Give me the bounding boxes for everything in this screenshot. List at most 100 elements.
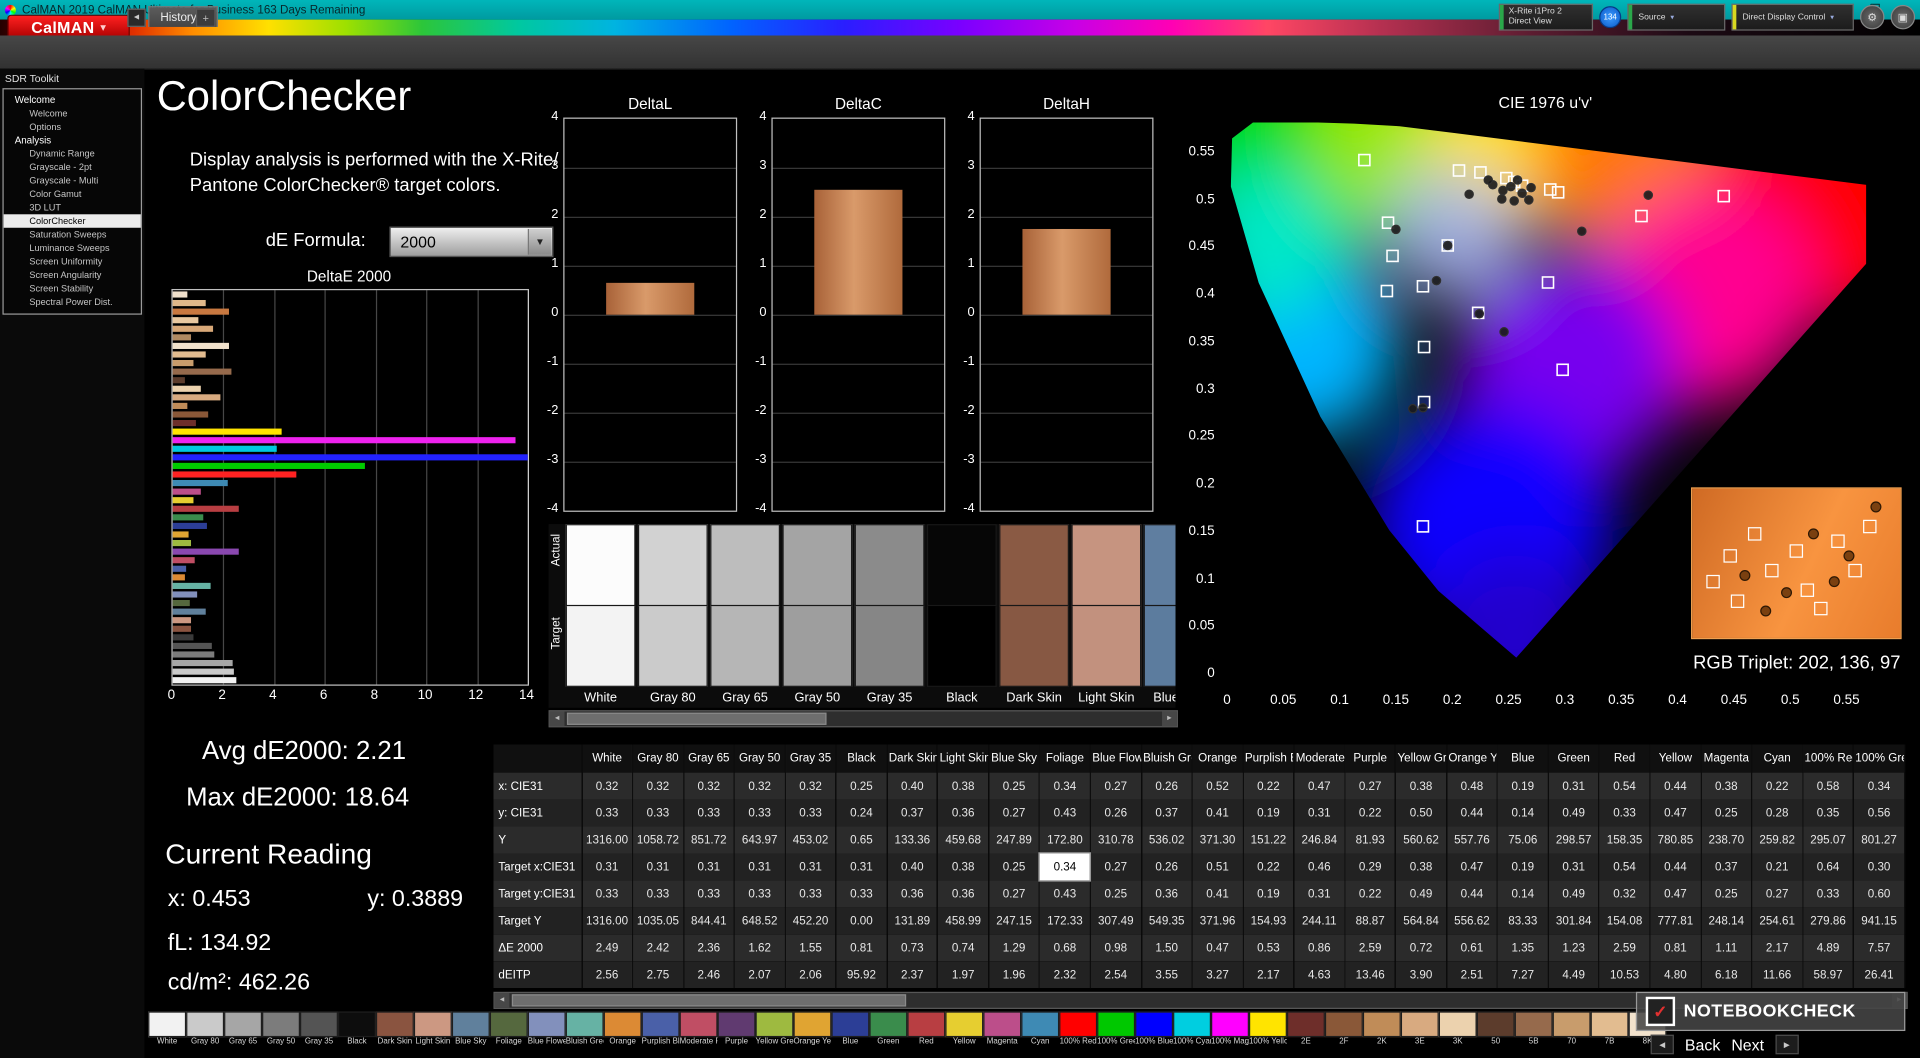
table-cell[interactable]: 0.54	[1599, 772, 1651, 800]
table-cell[interactable]: 151.22	[1242, 826, 1295, 854]
table-cell[interactable]: 0.27	[1344, 772, 1397, 800]
table-cell[interactable]: 0.37	[1700, 853, 1753, 881]
table-cell[interactable]: 131.89	[886, 907, 939, 935]
table-cell[interactable]: 0.25	[988, 772, 1041, 800]
swatch-column[interactable]: Gray 65	[710, 524, 780, 708]
patch-chip[interactable]: 100% Cyan	[1173, 1011, 1212, 1048]
table-cell[interactable]: 801.27	[1853, 826, 1906, 854]
patch-chip[interactable]: Red	[907, 1011, 946, 1048]
table-cell[interactable]: 0.47	[1446, 853, 1498, 881]
table-cell[interactable]: 851.72	[683, 826, 735, 854]
table-cell[interactable]: 244.11	[1293, 907, 1346, 935]
table-cell[interactable]: 0.52	[1192, 772, 1244, 800]
table-cell[interactable]: 1316.00	[581, 826, 634, 854]
table-cell[interactable]: 0.26	[1141, 853, 1193, 881]
patch-chip[interactable]: White	[148, 1011, 187, 1048]
table-cell[interactable]: 0.38	[1700, 772, 1753, 800]
patch-chip[interactable]: Foliage	[489, 1011, 528, 1048]
table-cell[interactable]: 2.42	[632, 934, 684, 962]
table-cell[interactable]: 0.44	[1649, 772, 1702, 800]
table-cell[interactable]: 0.60	[1853, 880, 1906, 908]
table-cell[interactable]: 0.31	[683, 853, 735, 881]
back-button[interactable]: Back	[1685, 1035, 1720, 1053]
table-cell[interactable]: 279.86	[1802, 907, 1855, 935]
swatch-column[interactable]: White	[565, 524, 636, 708]
next-button[interactable]: Next	[1731, 1035, 1764, 1053]
table-cell[interactable]: 0.41	[1192, 799, 1244, 827]
table-cell[interactable]: 0.65	[836, 826, 888, 854]
table-cell[interactable]: 0.37	[886, 799, 939, 827]
patch-chip[interactable]: 7B	[1590, 1011, 1629, 1048]
table-cell[interactable]: 0.46	[1293, 853, 1346, 881]
patch-chip[interactable]: 100% Green	[1097, 1011, 1136, 1048]
scroll-left-icon[interactable]: ◄	[494, 993, 510, 1008]
table-cell[interactable]: 844.41	[683, 907, 735, 935]
table-cell[interactable]: 777.81	[1649, 907, 1702, 935]
table-cell[interactable]: 0.38	[937, 772, 990, 800]
table-cell[interactable]: 458.99	[937, 907, 990, 935]
patch-chip[interactable]: 100% Magenta	[1211, 1011, 1249, 1048]
table-cell[interactable]: 0.14	[1497, 880, 1549, 908]
patch-chip[interactable]: 2E	[1286, 1011, 1325, 1048]
patch-chip[interactable]: Black	[337, 1011, 376, 1048]
table-cell[interactable]: 158.35	[1599, 826, 1651, 854]
patch-chip[interactable]: 2F	[1324, 1011, 1363, 1048]
table-cell[interactable]: 0.33	[785, 799, 837, 827]
table-cell[interactable]: 1058.72	[632, 826, 684, 854]
table-cell[interactable]: 536.02	[1141, 826, 1193, 854]
display-control-dropdown[interactable]: Direct Display Control ▾	[1731, 3, 1854, 31]
table-cell[interactable]: 0.27	[1090, 772, 1142, 800]
table-cell[interactable]: 0.00	[836, 907, 888, 935]
table-cell[interactable]: 0.34	[1039, 772, 1091, 800]
sidebar-item-screen-angularity[interactable]: Screen Angularity	[4, 268, 141, 281]
table-cell[interactable]: 0.19	[1242, 799, 1295, 827]
table-cell[interactable]: 0.30	[1853, 853, 1906, 881]
table-cell[interactable]: 295.07	[1802, 826, 1855, 854]
table-cell[interactable]: 0.29	[1344, 853, 1397, 881]
table-cell[interactable]: 0.27	[988, 880, 1041, 908]
table-cell[interactable]: 0.47	[1293, 772, 1346, 800]
table-cell[interactable]: 13.46	[1344, 961, 1397, 989]
table-cell[interactable]: 0.31	[581, 853, 634, 881]
table-cell[interactable]: 2.37	[886, 961, 939, 989]
table-cell[interactable]: 0.47	[1649, 880, 1702, 908]
add-tab-button[interactable]: +	[195, 8, 216, 27]
next-arrow-icon[interactable]: ►	[1775, 1034, 1799, 1055]
table-cell[interactable]: 4.89	[1802, 934, 1855, 962]
swatch-scrollbar[interactable]: ◄ ►	[548, 710, 1178, 728]
sidebar-item-grayscale-2pt[interactable]: Grayscale - 2pt	[4, 160, 141, 173]
table-cell[interactable]: 0.21	[1751, 853, 1804, 881]
table-cell[interactable]: 371.30	[1192, 826, 1244, 854]
table-cell[interactable]: 0.47	[1192, 934, 1244, 962]
table-cell[interactable]: 941.15	[1853, 907, 1906, 935]
sidebar-item-screen-uniformity[interactable]: Screen Uniformity	[4, 255, 141, 268]
table-cell[interactable]: 0.19	[1497, 772, 1549, 800]
table-cell[interactable]: 0.35	[1802, 799, 1855, 827]
table-cell[interactable]: 2.32	[1039, 961, 1091, 989]
table-cell[interactable]: 0.33	[785, 880, 837, 908]
patch-chip[interactable]: Gray 80	[186, 1011, 225, 1048]
table-cell[interactable]: 0.56	[1853, 799, 1906, 827]
table-cell[interactable]: 0.49	[1395, 880, 1448, 908]
table-cell[interactable]: 0.34	[1038, 852, 1092, 882]
table-cell[interactable]: 0.86	[1293, 934, 1346, 962]
table-cell[interactable]: 1.11	[1700, 934, 1753, 962]
swatch-column[interactable]: Light Skin	[1071, 524, 1142, 708]
table-cell[interactable]: 301.84	[1548, 907, 1600, 935]
table-cell[interactable]: 0.33	[836, 880, 888, 908]
source-dropdown[interactable]: Source ▾	[1627, 3, 1726, 31]
table-cell[interactable]: 1.35	[1497, 934, 1549, 962]
patch-chip[interactable]: Orange Yellow	[793, 1011, 832, 1048]
table-cell[interactable]: 58.97	[1802, 961, 1855, 989]
table-cell[interactable]: 0.25	[988, 853, 1041, 881]
tree-section[interactable]: Analysis	[4, 133, 141, 146]
table-cell[interactable]: 0.31	[836, 853, 888, 881]
table-cell[interactable]: 1.97	[937, 961, 990, 989]
table-cell[interactable]: 2.75	[632, 961, 684, 989]
patch-chip[interactable]: Dark Skin	[375, 1011, 414, 1048]
table-cell[interactable]: 0.32	[785, 772, 837, 800]
table-cell[interactable]: 0.19	[1242, 880, 1295, 908]
table-cell[interactable]: 560.62	[1395, 826, 1448, 854]
table-cell[interactable]: 0.27	[1751, 880, 1804, 908]
table-cell[interactable]: 0.27	[1090, 853, 1142, 881]
